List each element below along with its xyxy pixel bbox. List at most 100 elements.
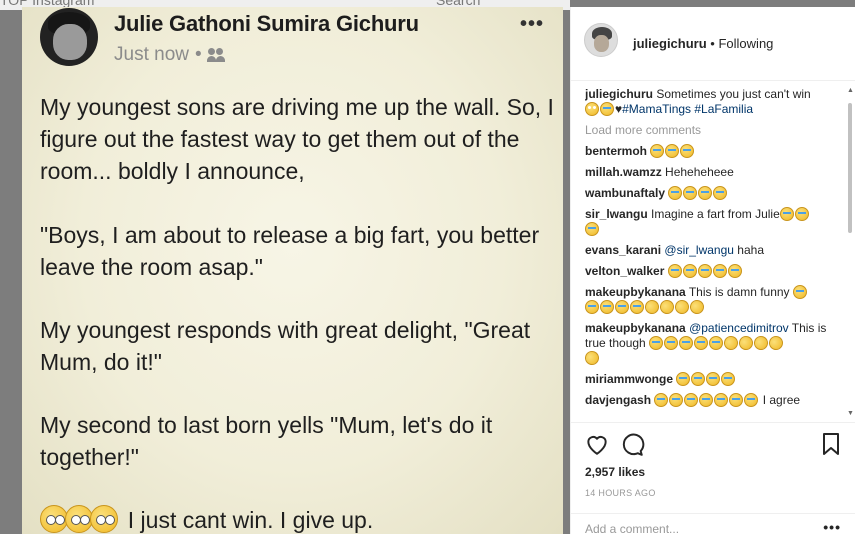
like-heart-icon[interactable] <box>584 431 610 457</box>
comment-text: Heheheheee <box>665 165 734 179</box>
laughing-tears-icon <box>792 285 807 299</box>
ig-comments-list[interactable]: juliegichuru Sometimes you just can't wi… <box>585 87 835 415</box>
likes-count[interactable]: 2,957 likes <box>585 465 645 479</box>
avatar[interactable] <box>584 23 618 57</box>
comment-mention[interactable]: @patiencedimitrov <box>689 321 789 335</box>
list-item: evans_karani @sir_lwangu haha <box>585 243 835 258</box>
laughing-tears-icon <box>600 300 614 314</box>
add-comment-input[interactable] <box>585 522 805 534</box>
comment-user[interactable]: makeupbykanana <box>585 321 686 335</box>
rolling-on-floor-laughing-icon <box>642 297 662 317</box>
laughing-tears-icon <box>668 186 683 200</box>
face-with-rolling-eyes-icon <box>90 505 118 533</box>
comments-scrollbar[interactable]: ▲ ▼ <box>845 87 855 417</box>
face-with-rolling-eyes-icon <box>40 505 68 533</box>
ig-header-user: juliegichuru • Following <box>633 36 773 51</box>
laughing-tears-icon <box>667 264 682 278</box>
scroll-up-icon[interactable]: ▲ <box>847 87 854 94</box>
list-item: wambunaftaly <box>585 186 835 201</box>
ig-username-link[interactable]: juliegichuru <box>633 36 707 51</box>
laughing-tears-icon <box>713 186 728 200</box>
list-item: velton_walker <box>585 264 835 279</box>
caption-hashtags[interactable]: #MamaTings #LaFamilia <box>622 102 753 116</box>
list-item: bentermoh <box>585 144 835 159</box>
fb-closing-line: I just cant win. I give up. <box>40 504 560 534</box>
rolling-on-floor-laughing-icon <box>657 297 677 317</box>
laughing-tears-icon <box>699 393 714 407</box>
comment-user[interactable]: bentermoh <box>585 144 647 158</box>
comment-user[interactable]: millah.wamzz <box>585 165 662 179</box>
laughing-tears-icon <box>683 186 698 200</box>
comment-user[interactable]: miriammwonge <box>585 372 673 386</box>
fb-paragraph-1: My youngest sons are driving me up the w… <box>40 94 554 184</box>
ig-follow-separator: • <box>710 36 715 51</box>
laughing-tears-icon <box>684 393 699 407</box>
laughing-tears-icon <box>649 336 664 350</box>
more-options-icon[interactable]: ••• <box>823 520 841 534</box>
fb-paragraph-4: My second to last born yells "Mum, let's… <box>40 412 493 470</box>
comment-text: Imagine a fart from Julie <box>651 207 780 221</box>
caption-text: Sometimes you just can't win <box>656 87 811 101</box>
fb-post-meta: Just now • <box>114 44 226 66</box>
ig-header: juliegichuru • Following <box>571 7 855 81</box>
comment-user[interactable]: juliegichuru <box>585 87 653 101</box>
fb-paragraph-3: My youngest responds with great delight,… <box>40 317 531 375</box>
instagram-panel: juliegichuru • Following juliegichuru So… <box>570 7 855 534</box>
post-time: 14 HOURS AGO <box>585 488 656 498</box>
laughing-tears-icon <box>779 207 794 221</box>
laughing-tears-icon <box>669 393 684 407</box>
fb-author-name: Julie Gathoni Sumira Gichuru <box>114 11 419 36</box>
load-more-comments-link[interactable]: Load more comments <box>585 123 835 138</box>
rolling-on-floor-laughing-icon <box>751 333 771 353</box>
comment-user[interactable]: evans_karani <box>585 243 661 257</box>
laughing-tears-icon <box>615 300 629 314</box>
post-image[interactable]: Julie Gathoni Sumira Gichuru Just now • … <box>22 7 563 534</box>
comment-user[interactable]: sir_lwangu <box>585 207 648 221</box>
rolling-on-floor-laughing-icon <box>721 333 741 353</box>
laughing-tears-icon <box>709 336 724 350</box>
laughing-tears-icon <box>698 186 713 200</box>
following-button[interactable]: Following <box>718 36 773 51</box>
laughing-tears-icon <box>729 393 744 407</box>
fb-closing-text: I just cant win. I give up. <box>127 507 374 533</box>
comment-text: I agree <box>762 393 801 407</box>
list-item: millah.wamzz Heheheheee <box>585 165 835 180</box>
laughing-tears-icon <box>630 300 644 314</box>
face-with-rolling-eyes-icon <box>585 102 599 116</box>
caption: juliegichuru Sometimes you just can't wi… <box>585 87 835 117</box>
list-item: sir_lwangu Imagine a fart from Julie <box>585 207 835 237</box>
laughing-tears-icon <box>714 393 729 407</box>
list-item: makeupbykanana This is damn funny <box>585 285 835 317</box>
fb-profile-photo <box>40 8 98 66</box>
laughing-tears-icon <box>712 264 727 278</box>
comment-bubble-icon[interactable] <box>619 431 645 457</box>
face-with-rolling-eyes-icon <box>65 505 93 533</box>
laughing-tears-icon <box>676 372 691 386</box>
laughing-tears-icon <box>679 336 694 350</box>
comment-user[interactable]: makeupbykanana <box>585 285 686 299</box>
laughing-tears-icon <box>744 393 759 407</box>
laughing-tears-icon <box>585 300 599 314</box>
comment-text: This is damn funny <box>688 285 790 299</box>
rolling-on-floor-laughing-icon <box>672 297 692 317</box>
comment-user[interactable]: velton_walker <box>585 264 664 278</box>
bookmark-save-icon[interactable] <box>821 432 841 456</box>
laughing-tears-icon <box>727 264 742 278</box>
list-item: makeupbykanana @patiencedimitrov This is… <box>585 321 835 368</box>
rolling-on-floor-laughing-icon <box>687 297 707 317</box>
fb-paragraph-2: "Boys, I am about to release a big fart,… <box>40 222 540 280</box>
laughing-tears-icon <box>697 264 712 278</box>
list-item: miriammwonge <box>585 372 835 387</box>
scroll-down-icon[interactable]: ▼ <box>847 410 854 417</box>
comment-user[interactable]: wambunaftaly <box>585 186 665 200</box>
laughing-tears-icon <box>682 264 697 278</box>
comment-mention[interactable]: @sir_lwangu <box>664 243 734 257</box>
screenshot: TOP Instagram Search Julie Gathoni Sumir… <box>0 0 855 534</box>
laughing-tears-icon <box>706 372 721 386</box>
comment-user[interactable]: davjengash <box>585 393 651 407</box>
scrollbar-thumb[interactable] <box>848 103 852 233</box>
friends-icon <box>206 48 226 62</box>
laughing-tears-icon <box>680 144 695 158</box>
add-comment-bar: ••• <box>571 513 855 534</box>
laughing-tears-icon <box>694 336 709 350</box>
